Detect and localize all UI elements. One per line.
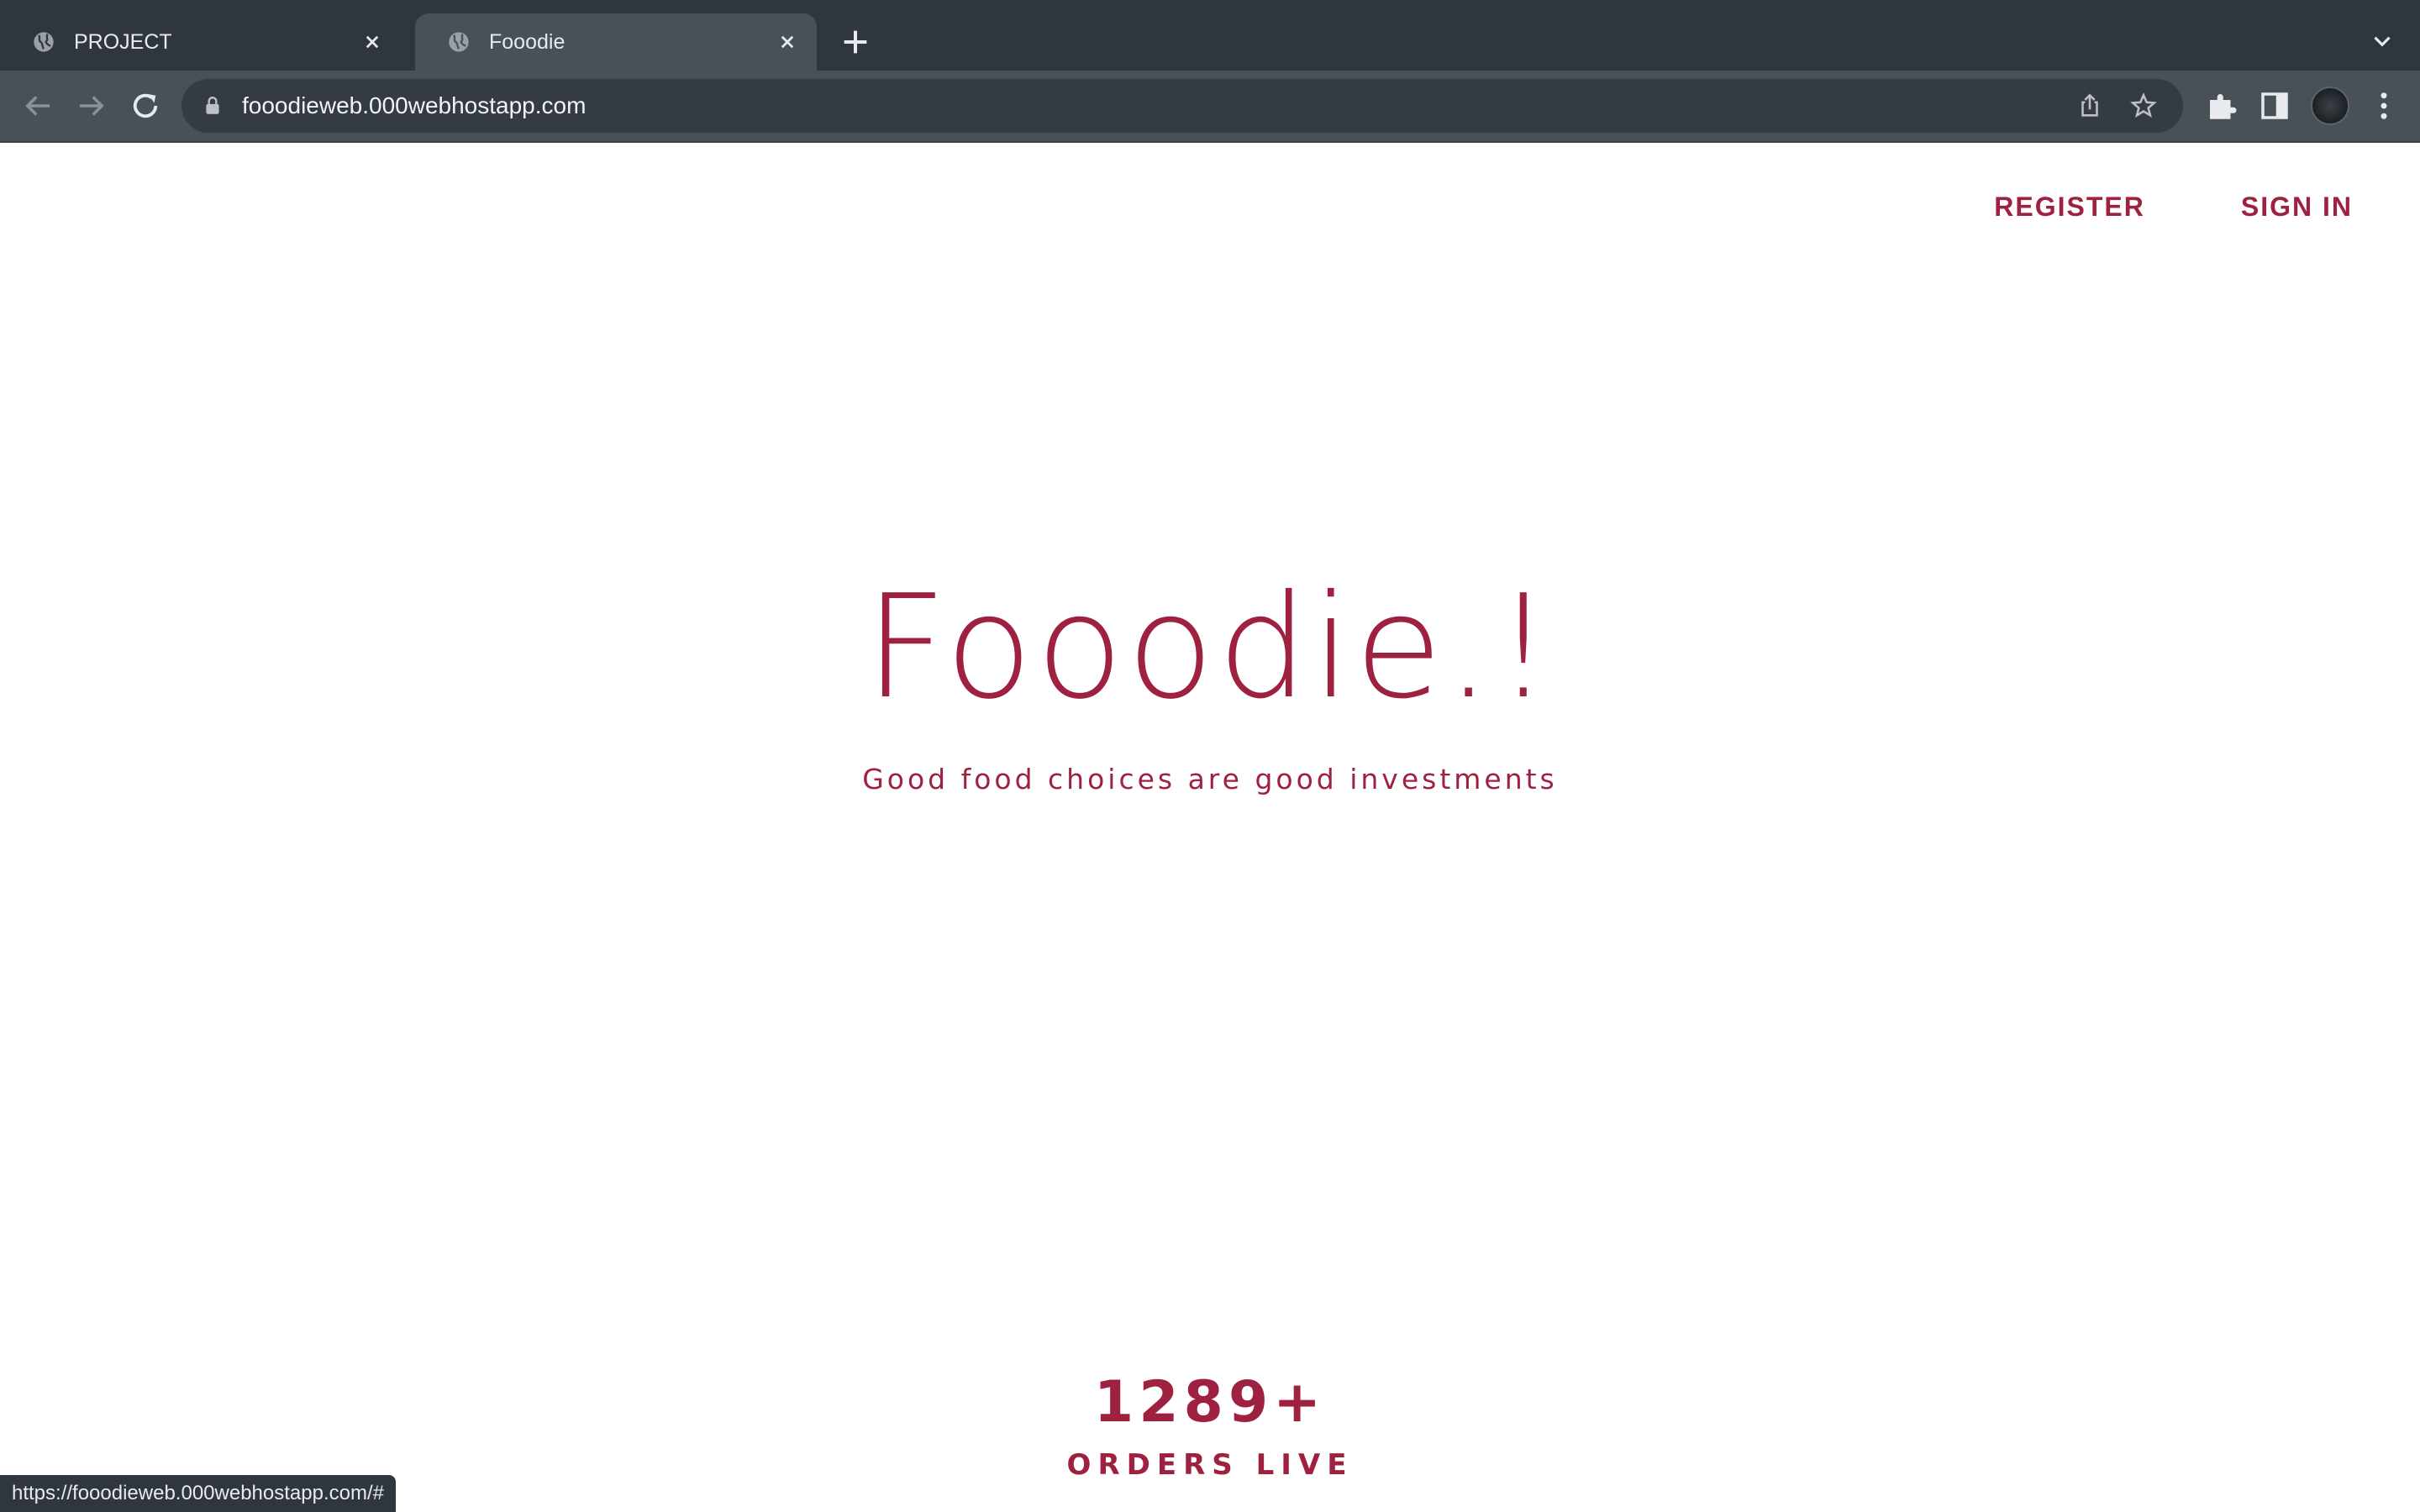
tab-title: PROJECT (74, 29, 172, 54)
profile-avatar[interactable] (2311, 87, 2349, 125)
sign-in-link[interactable]: SIGN IN (2241, 192, 2353, 223)
bookmark-star-icon[interactable] (2129, 92, 2158, 120)
back-arrow-icon[interactable] (20, 88, 55, 123)
side-panel-icon[interactable] (2257, 88, 2292, 123)
forward-arrow-icon[interactable] (74, 88, 109, 123)
close-icon[interactable] (775, 29, 800, 55)
globe-icon (449, 32, 469, 52)
link-status-bubble: https://fooodieweb.000webhostapp.com/# (0, 1475, 396, 1512)
globe-icon (34, 32, 54, 52)
address-url[interactable]: fooodieweb.000webhostapp.com (242, 92, 2075, 119)
reload-icon[interactable] (128, 88, 163, 123)
register-link[interactable]: REGISTER (1994, 192, 2145, 223)
top-nav: REGISTER SIGN IN (1994, 192, 2353, 223)
address-bar[interactable]: fooodieweb.000webhostapp.com (182, 79, 2183, 133)
hero-title: Fooodie.! (865, 564, 1555, 731)
tab-fooodie[interactable]: Fooodie (415, 13, 817, 71)
browser-tabstrip: PROJECT Fooodie (0, 0, 2420, 71)
kebab-menu-icon[interactable] (2366, 88, 2402, 123)
tab-title: Fooodie (489, 29, 566, 54)
lock-icon[interactable] (202, 95, 224, 117)
page-content: REGISTER SIGN IN Fooodie.! Good food cho… (0, 143, 2420, 1512)
share-icon[interactable] (2075, 92, 2104, 120)
hero-subtitle: Good food choices are good investments (862, 763, 1558, 795)
extensions-puzzle-icon[interactable] (2204, 88, 2239, 123)
browser-toolbar: fooodieweb.000webhostapp.com (0, 71, 2420, 141)
orders-count: 1289+ (1093, 1369, 1327, 1436)
new-tab-plus-icon[interactable] (839, 25, 872, 59)
chevron-down-icon[interactable] (2368, 27, 2396, 55)
close-icon[interactable] (360, 29, 385, 55)
tab-project[interactable]: PROJECT (0, 13, 402, 71)
